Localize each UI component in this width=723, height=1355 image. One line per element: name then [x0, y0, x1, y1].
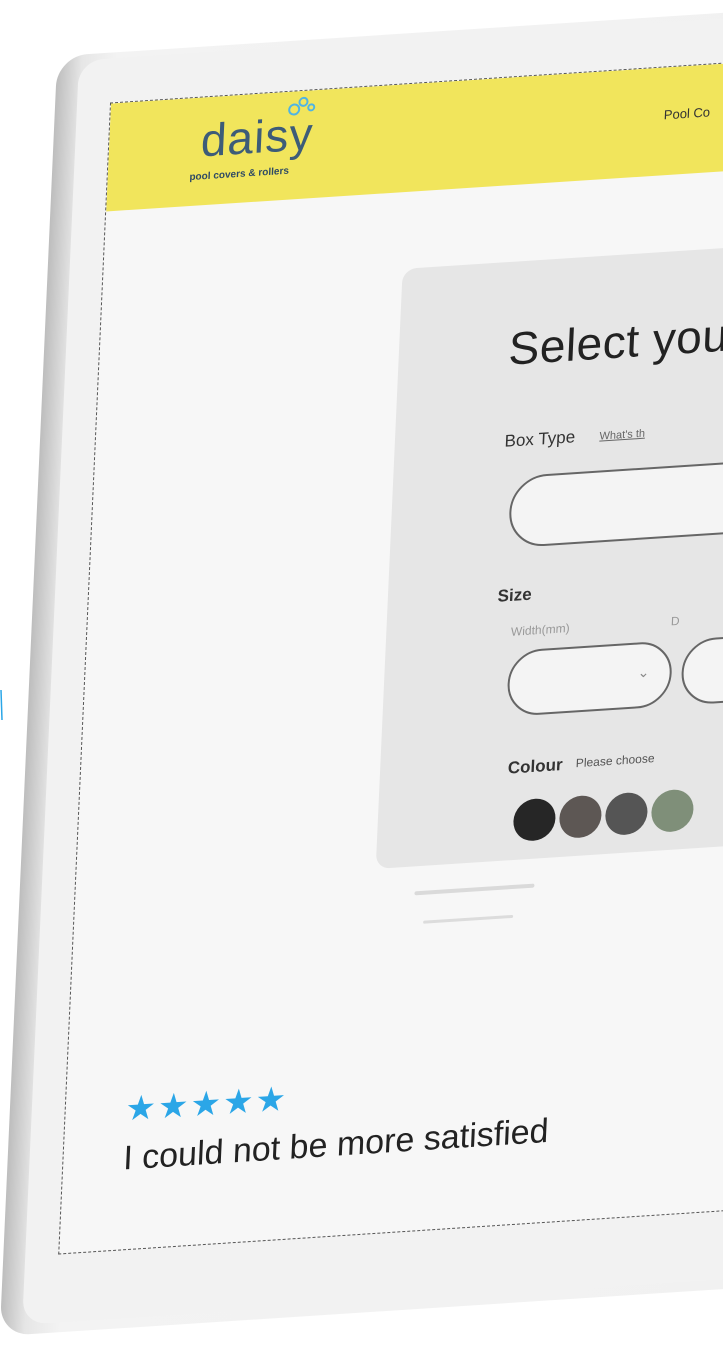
configurator-card: Select your Box Type What's th Size Widt…	[375, 241, 723, 869]
box-type-label: Box Type	[504, 427, 576, 451]
logo-tagline: pool covers & rollers	[189, 165, 290, 184]
configurator-title: Select your	[507, 307, 723, 375]
edge-marker	[0, 689, 3, 721]
colour-swatch[interactable]	[604, 791, 649, 837]
size-label: Size	[497, 584, 533, 606]
colour-hint: Please choose	[575, 751, 655, 771]
divider	[414, 883, 535, 896]
nav-link-pool-covers[interactable]: Pool Co	[664, 104, 711, 122]
colour-swatch[interactable]	[650, 788, 695, 834]
colour-swatch[interactable]	[558, 794, 603, 840]
divider	[423, 914, 514, 924]
box-type-select[interactable]	[507, 454, 723, 549]
depth-select[interactable]	[680, 628, 723, 706]
device-mockup: daisy pool covers & rollers Pool Co Sele…	[0, 6, 723, 1355]
box-type-help-link[interactable]: What's th	[599, 428, 645, 443]
colour-label: Colour	[507, 755, 564, 778]
depth-label: D	[670, 613, 680, 629]
logo-wordmark: daisy	[199, 107, 315, 167]
rating-stars-icon: ★★★★★	[124, 1080, 289, 1129]
width-label: Width(mm)	[510, 621, 570, 639]
device-screen: daisy pool covers & rollers Pool Co Sele…	[58, 56, 723, 1255]
width-select[interactable]: ⌄	[506, 640, 674, 717]
colour-swatch[interactable]	[512, 797, 557, 843]
colour-swatches	[403, 242, 723, 843]
chevron-down-icon: ⌄	[637, 663, 650, 681]
